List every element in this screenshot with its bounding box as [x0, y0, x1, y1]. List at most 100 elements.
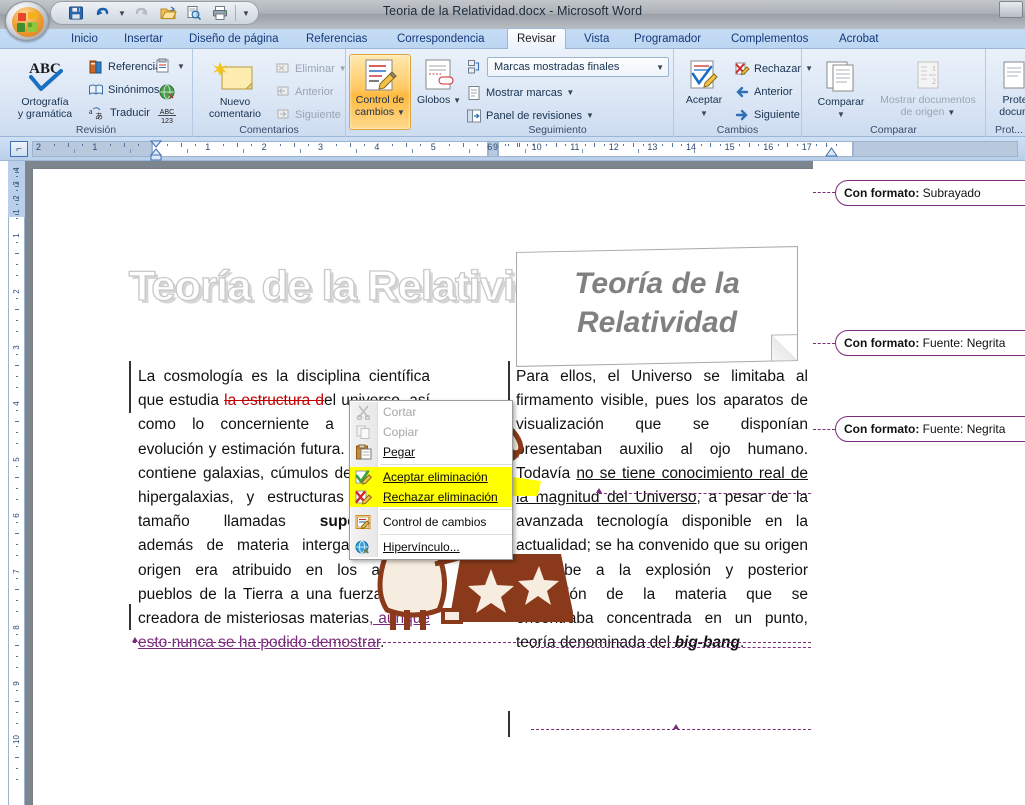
context-menu-item-control-de-cambios[interactable]: Control de cambios — [350, 512, 512, 532]
context-menu-item-copiar[interactable]: Copiar — [350, 422, 512, 442]
context-menu-item-cortar[interactable]: Cortar — [350, 402, 512, 422]
ruler-section-mark — [243, 149, 245, 153]
balloon-2-prefix: Con formato: — [844, 336, 920, 350]
chevron-down-icon: ▼ — [837, 109, 845, 119]
balloons-icon — [425, 59, 454, 90]
window-controls — [965, 0, 1025, 28]
spelling-grammar-button[interactable]: ABC Ortografía y gramática — [6, 57, 84, 120]
ruler-minor-mark — [293, 143, 295, 147]
tab-programador[interactable]: Programador — [625, 29, 710, 49]
reviewing-pane-button[interactable]: Panel de revisiones ▼ — [466, 106, 594, 125]
vruler-minor-mark — [16, 331, 18, 332]
ruler-section-mark — [74, 149, 75, 153]
reference-button[interactable]: Referencia — [88, 57, 161, 76]
office-button[interactable] — [5, 1, 49, 41]
previous-comment-button[interactable]: Anterior — [275, 82, 334, 101]
vruler-minor-mark — [16, 600, 18, 601]
vruler-minor-mark — [16, 555, 18, 556]
new-comment-button[interactable]: Nuevo comentario — [199, 59, 271, 120]
folded-corner-textbox[interactable]: Teoría de la Relatividad — [516, 246, 798, 367]
context-menu[interactable]: Cortar Copiar Pegar Aceptar eliminación … — [349, 400, 513, 560]
context-menu-item-rechazar-eliminacion[interactable]: Rechazar eliminación — [350, 487, 512, 507]
markup-balloon-pane: Con formato: Subrayado Con formato: Fuen… — [813, 161, 1025, 805]
context-menu-item-aceptar-eliminacion[interactable]: Aceptar eliminación — [350, 467, 512, 487]
first-line-indent-marker[interactable] — [149, 139, 163, 161]
tab-complementos[interactable]: Complementos — [722, 29, 817, 49]
show-source-documents-button[interactable]: 1 2 Mostrar documentos de origen ▼ — [874, 59, 982, 118]
vruler-minor-mark — [16, 522, 18, 523]
print-preview-button[interactable] — [183, 3, 205, 23]
ruler-minor-mark — [54, 144, 55, 146]
hyperlink-icon — [355, 540, 369, 554]
group-label-seguimiento: Seguimiento — [528, 124, 587, 136]
word-count-button[interactable]: ABC 123 — [156, 105, 178, 124]
tab-stop-selector[interactable]: ⌐ — [10, 141, 28, 157]
ruler-minor-mark — [700, 144, 702, 146]
right-indent-marker[interactable] — [825, 147, 838, 158]
tab-insertar[interactable]: Insertar — [115, 29, 172, 49]
next-comment-button[interactable]: Siguiente — [275, 105, 341, 124]
vruler-minor-mark — [16, 690, 18, 691]
ruler-minor-mark — [462, 143, 464, 147]
display-for-review-icon-btn[interactable] — [466, 57, 484, 76]
wordart-title[interactable]: Teoría de la Relatividad — [128, 247, 590, 327]
tab-vista[interactable]: Vista — [575, 29, 618, 49]
vruler-minor-mark — [15, 757, 19, 758]
ruler-minor-mark — [336, 144, 337, 146]
format-balloon-1[interactable]: Con formato: Subrayado — [835, 180, 1025, 206]
context-menu-label-control-de-cambios: Control de cambios — [383, 515, 487, 529]
translation-screentip-button[interactable]: ▼ — [155, 57, 185, 76]
svg-text:ABC: ABC — [160, 109, 174, 116]
next-change-button[interactable]: Siguiente — [734, 105, 800, 124]
vruler-minor-mark — [15, 421, 19, 422]
save-button[interactable] — [65, 3, 87, 23]
context-menu-item-pegar[interactable]: Pegar — [350, 442, 512, 462]
ruler-section-mark — [468, 149, 470, 153]
compare-button[interactable]: Comparar ▼ — [808, 59, 874, 120]
format-balloon-2[interactable]: Con formato: Fuente: Negrita — [835, 330, 1025, 356]
restore-window-button[interactable] — [999, 1, 1023, 18]
vruler-minor-mark — [15, 172, 19, 173]
format-balloon-3[interactable]: Con formato: Fuente: Negrita — [835, 416, 1025, 442]
delete-comment-button[interactable]: Eliminar ▼ — [275, 59, 347, 78]
protect-document-button[interactable]: Prote docum — [986, 59, 1025, 118]
translate-button[interactable]: a あ Traducir — [88, 103, 150, 122]
tab-acrobat[interactable]: Acrobat — [830, 29, 888, 49]
set-language-button[interactable] — [158, 82, 176, 101]
tab-inicio[interactable]: Inicio — [62, 29, 107, 49]
undo-dropdown[interactable]: ▼ — [117, 3, 127, 23]
synonyms-button[interactable]: Sinónimos — [88, 80, 159, 99]
ruler-tick-15: 15 — [724, 142, 735, 152]
previous-change-button[interactable]: Anterior — [734, 82, 793, 101]
tab-referencias[interactable]: Referencias — [297, 29, 376, 49]
ruler-minor-mark — [138, 144, 140, 146]
context-menu-label-cortar: Cortar — [383, 405, 417, 419]
open-button[interactable] — [157, 3, 179, 23]
next-change-label: Siguiente — [754, 108, 800, 121]
copy-icon — [356, 425, 370, 439]
ruler-minor-mark — [517, 143, 519, 147]
vruler-minor-mark — [15, 186, 19, 187]
vruler-minor-mark — [15, 309, 19, 310]
left-tab-icon: ⌐ — [16, 143, 22, 155]
track-changes-button[interactable]: Control de cambios ▼ — [349, 57, 411, 118]
tab-diseno-pagina[interactable]: Diseño de página — [180, 29, 288, 49]
show-markup-button[interactable]: Mostrar marcas ▼ — [466, 83, 574, 102]
accept-change-icon — [690, 60, 718, 89]
ruler-minor-mark — [681, 144, 683, 146]
tab-revisar[interactable]: Revisar — [507, 28, 566, 49]
tab-correspondencia[interactable]: Correspondencia — [388, 29, 494, 49]
customize-qat-button[interactable]: ▼ — [240, 3, 252, 23]
compare-documents-icon — [826, 61, 854, 92]
horizontal-ruler[interactable]: ⌐ 2 1 1 2 3 4 5 6 9 10 11 12 13 14 15 16 17 — [0, 137, 1025, 161]
balloons-button[interactable]: Globos ▼ — [414, 57, 464, 107]
redo-button[interactable] — [131, 3, 153, 23]
ruler-minor-mark — [835, 144, 837, 146]
document-canvas[interactable]: Teoría de la Relatividad Teoría de la Re… — [25, 161, 1025, 805]
undo-button[interactable] — [91, 3, 113, 23]
accept-change-button[interactable]: Aceptar ▼ — [678, 59, 730, 119]
document-page[interactable]: Teoría de la Relatividad Teoría de la Re… — [33, 169, 821, 805]
context-menu-item-hipervinculo[interactable]: Hipervínculo... — [350, 537, 512, 557]
print-button[interactable] — [209, 3, 231, 23]
display-for-review-combo[interactable]: Marcas mostradas finales ▼ — [487, 57, 669, 77]
